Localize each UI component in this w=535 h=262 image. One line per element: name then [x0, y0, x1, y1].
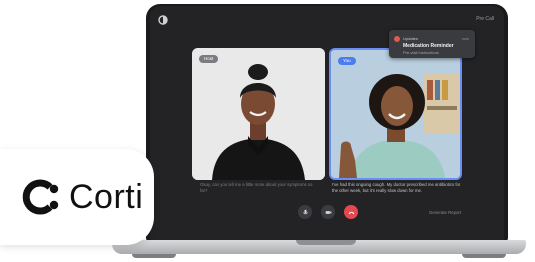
end-call-icon: [348, 211, 354, 214]
app-logo-icon: [158, 15, 168, 25]
notification-app-name: Updates: [403, 36, 418, 41]
generate-report-link[interactable]: Generate Report: [429, 210, 461, 215]
self-video: [331, 50, 460, 178]
pre-call-label[interactable]: Pre Call: [476, 16, 494, 22]
corti-brand-name: Corti: [69, 178, 144, 216]
camera-button[interactable]: [321, 205, 335, 219]
notification-app-icon: [394, 36, 400, 42]
laptop-foot-left: [132, 254, 176, 258]
caption-host: Okay, can you tell me a little more abou…: [200, 182, 313, 193]
end-call-button[interactable]: [344, 205, 358, 219]
participant-tile-host: Host: [192, 48, 325, 180]
laptop-notch: [296, 240, 356, 245]
participant-tag-host: Host: [199, 55, 219, 63]
microphone-icon: [302, 209, 308, 214]
notification-title: Medication Reminder: [403, 43, 454, 49]
participant-tag-self: You: [338, 57, 356, 65]
caption-self: I've had this ongoing cough. My doctor p…: [332, 182, 461, 193]
notification-subtitle: Pre-visit instructions: [403, 50, 439, 55]
camera-icon: [325, 210, 331, 214]
host-video: [192, 48, 325, 180]
participant-tile-self: You: [329, 48, 462, 180]
notification-popup[interactable]: Updates now Medication Reminder Pre-visi…: [389, 30, 475, 58]
corti-badge: Corti: [0, 149, 154, 245]
video-call-screen: Pre Call Host You Updates now Medication…: [150, 6, 504, 240]
call-controls: [298, 205, 358, 219]
notification-time: now: [461, 36, 469, 41]
corti-logo-icon: [22, 179, 59, 215]
microphone-button[interactable]: [298, 205, 312, 219]
laptop-foot-right: [462, 254, 506, 258]
